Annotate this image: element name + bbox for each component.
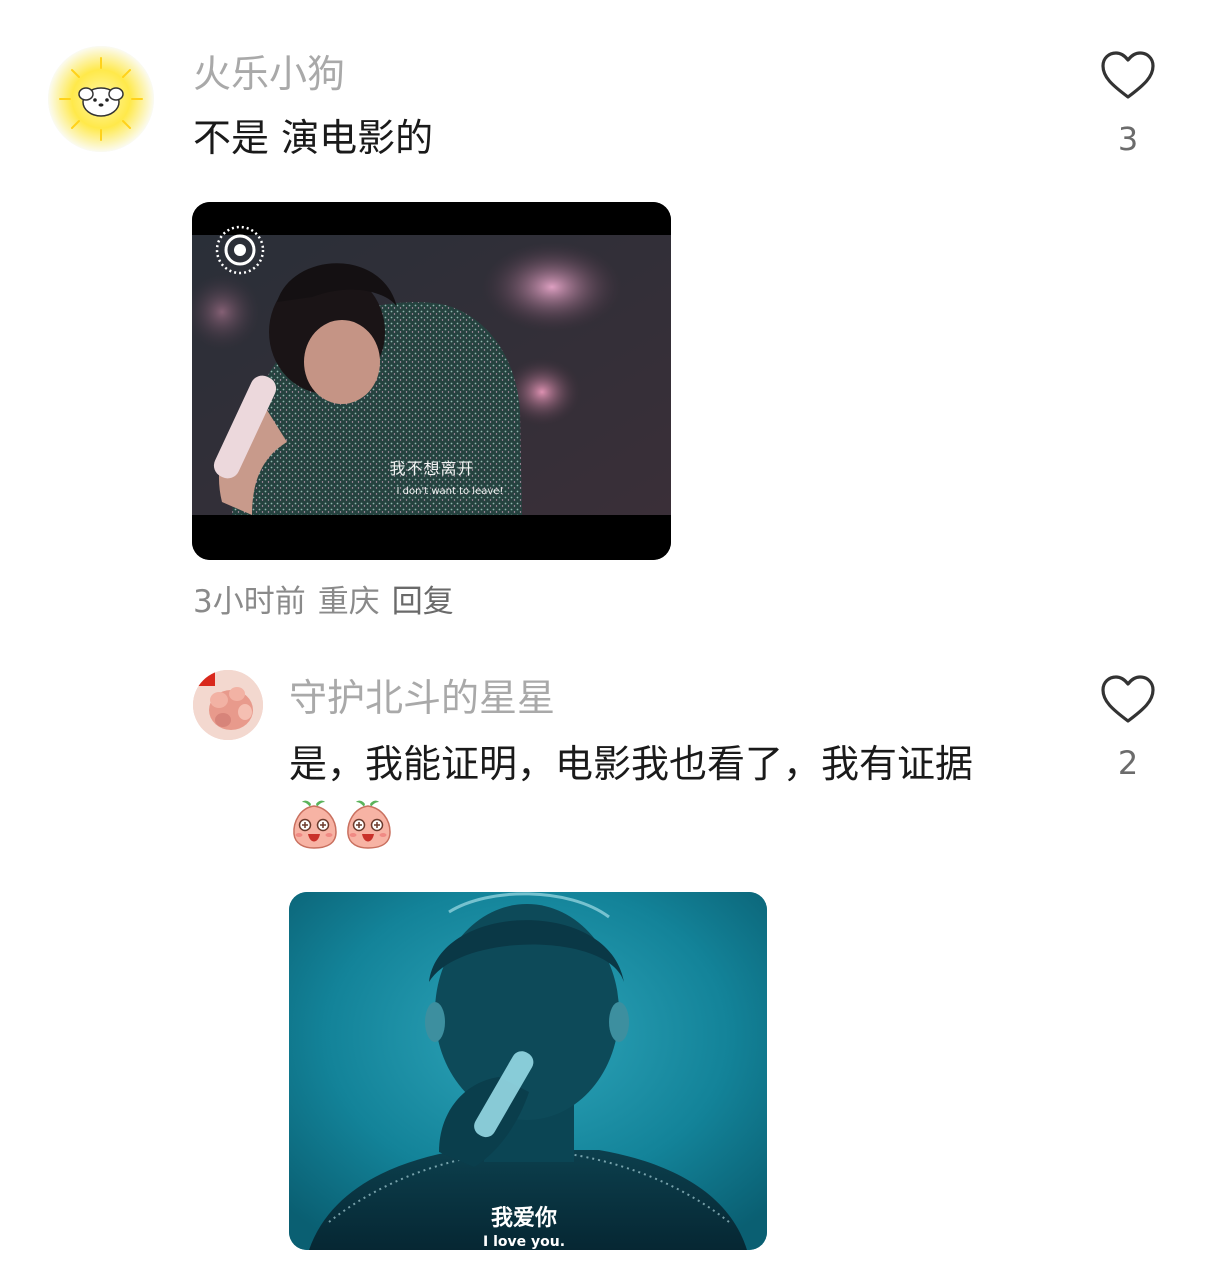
comment-text: 不是 演电影的 [193,116,434,160]
username[interactable]: 守护北斗的星星 [289,675,555,721]
comment-location: 重庆 [317,584,380,620]
comment-item: 火乐小狗 不是 演电影的 3 我不想离开 I don't want to lea… [0,0,1206,640]
comment-image[interactable]: 我爱你 I love you. [289,892,767,1250]
peach-face-emoji [293,800,337,849]
peach-face-emoji [347,800,391,849]
live-photo-icon[interactable] [214,224,266,276]
subtitle-cn: 我爱你 [491,1206,557,1231]
reply-button[interactable]: 回复 [392,584,454,620]
username[interactable]: 火乐小狗 [193,51,345,97]
subtitle-en: I don't want to leave! [397,486,504,497]
subtitle-en: I love you. [483,1234,565,1250]
comment-time: 3小时前 [193,584,306,620]
avatar[interactable] [48,46,154,152]
emoji-row [290,798,400,854]
like-button[interactable] [1098,50,1158,102]
avatar[interactable] [193,670,263,740]
heart-outline-icon [1101,51,1155,99]
comment-text: 是，我能证明，电影我也看了，我有证据 [289,742,974,786]
like-count: 2 [1117,744,1139,782]
like-button[interactable] [1098,674,1158,726]
comment-meta: 3小时前 重庆 回复 [193,582,466,622]
subtitle-cn: 我不想离开 [389,459,474,478]
heart-outline-icon [1101,675,1155,723]
reply-comment-item: 守护北斗的星星 是，我能证明，电影我也看了，我有证据 2 我爱你 I love … [0,650,1206,1273]
comment-image[interactable]: 我不想离开 I don't want to leave! [192,202,671,560]
like-count: 3 [1117,120,1139,158]
